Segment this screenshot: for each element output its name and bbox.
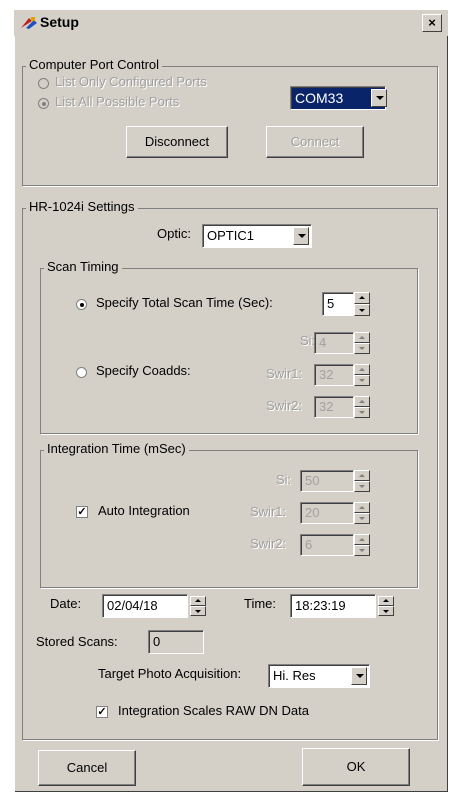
close-icon: × <box>428 15 436 30</box>
coadds-label: Specify Coadds: <box>96 363 191 378</box>
port-control-legend: Computer Port Control <box>26 57 163 72</box>
integration-time-legend: Integration Time (mSec) <box>44 441 189 456</box>
scan-swir1-label: Swir1: <box>266 366 303 381</box>
checkmark-icon: ✓ <box>97 706 107 718</box>
chevron-down-icon <box>376 96 384 100</box>
int-swir1-label: Swir1: <box>250 504 287 519</box>
disconnect-button[interactable]: Disconnect <box>126 126 228 158</box>
time-spinner[interactable] <box>378 596 394 616</box>
stored-scans-label: Stored Scans: <box>36 634 118 649</box>
scan-swir2-spinner[interactable] <box>354 396 370 418</box>
total-scan-time-spinner[interactable] <box>354 292 370 316</box>
setup-dialog: Setup × Computer Port Control List Only … <box>14 10 448 792</box>
close-button[interactable]: × <box>422 14 442 32</box>
radio-total-scan-time[interactable] <box>76 299 87 310</box>
optic-label: Optic: <box>157 226 191 241</box>
chevron-down-icon <box>298 234 306 238</box>
integration-scales-label: Integration Scales RAW DN Data <box>118 703 309 718</box>
int-swir2-spinner[interactable] <box>354 534 370 556</box>
scan-swir2-field[interactable]: 32 <box>314 396 354 418</box>
chevron-down-icon <box>356 674 364 678</box>
stored-scans-field: 0 <box>148 630 204 654</box>
cancel-button[interactable]: Cancel <box>38 750 136 786</box>
radio-configured-label: List Only Configured Ports <box>55 74 207 89</box>
port-dropdown-button[interactable] <box>371 89 387 107</box>
photo-acquisition-label: Target Photo Acquisition: <box>98 666 242 681</box>
app-icon <box>21 17 37 29</box>
scan-si-label: Si: <box>300 333 316 348</box>
integration-scales-checkbox[interactable]: ✓ <box>96 706 108 718</box>
int-swir2-label: Swir2: <box>250 536 287 551</box>
time-label: Time: <box>244 596 277 611</box>
int-si-field[interactable]: 50 <box>300 470 354 492</box>
scan-swir1-spinner[interactable] <box>354 364 370 386</box>
int-si-label: Si: <box>276 472 292 487</box>
int-swir1-spinner[interactable] <box>354 502 370 524</box>
time-field[interactable]: 18:23:19 <box>290 594 376 618</box>
radio-coadds[interactable] <box>76 367 87 378</box>
scan-si-spinner[interactable] <box>354 332 370 354</box>
date-spinner[interactable] <box>190 596 206 616</box>
total-scan-time-field[interactable]: 5 <box>322 292 354 316</box>
scan-timing-legend: Scan Timing <box>44 259 122 274</box>
radio-all-label: List All Possible Ports <box>55 94 180 109</box>
connect-button[interactable]: Connect <box>266 126 364 158</box>
date-field[interactable]: 02/04/18 <box>102 594 188 618</box>
radio-all-ports[interactable] <box>38 98 49 109</box>
optic-dropdown-button[interactable] <box>293 227 309 245</box>
auto-integration-checkbox[interactable]: ✓ <box>76 506 88 518</box>
window-title: Setup <box>40 14 79 30</box>
ok-button[interactable]: OK <box>302 748 410 786</box>
radio-configured-ports[interactable] <box>38 78 49 89</box>
checkmark-icon: ✓ <box>77 506 87 518</box>
title-bar: Setup × <box>14 10 448 36</box>
int-si-spinner[interactable] <box>354 470 370 492</box>
scan-si-field[interactable]: 4 <box>314 332 354 354</box>
scan-swir2-label: Swir2: <box>266 398 303 413</box>
date-label: Date: <box>50 596 82 611</box>
photo-dropdown-button[interactable] <box>351 667 367 685</box>
int-swir2-field[interactable]: 6 <box>300 534 354 556</box>
port-select-value: COM33 <box>295 90 344 106</box>
settings-legend: HR-1024i Settings <box>26 199 138 214</box>
int-swir1-field[interactable]: 20 <box>300 502 354 524</box>
total-scan-time-label: Specify Total Scan Time (Sec): <box>96 295 273 310</box>
scan-swir1-field[interactable]: 32 <box>314 364 354 386</box>
auto-integration-label: Auto Integration <box>98 503 190 518</box>
